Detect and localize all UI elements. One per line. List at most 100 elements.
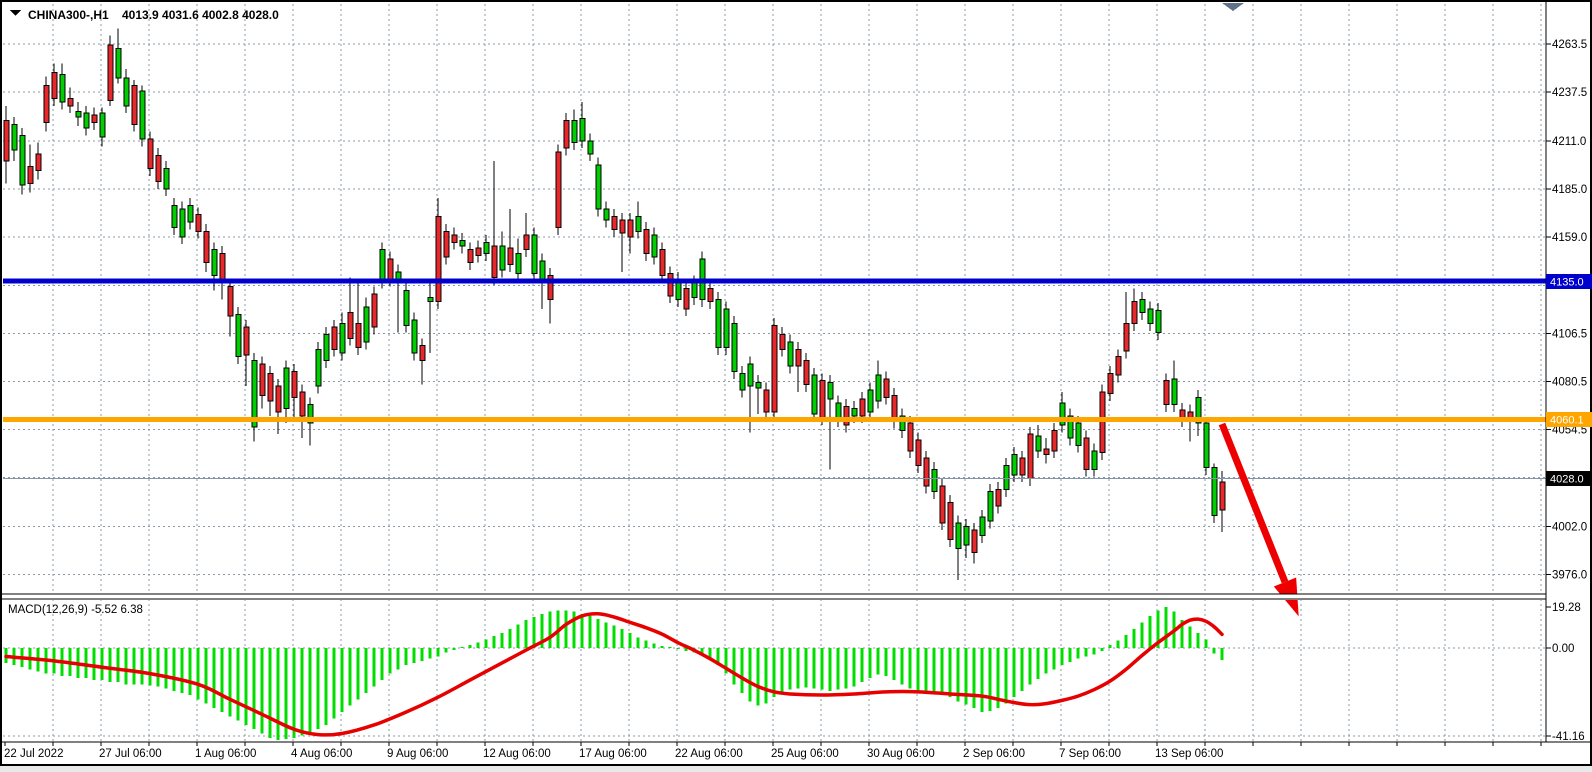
time-axis-label: 12 Aug 06:00 bbox=[483, 748, 551, 760]
ohlc-readout: 4013.9 4031.6 4002.8 4028.0 bbox=[122, 8, 279, 22]
macd-histogram-bar bbox=[133, 648, 136, 684]
macd-histogram-bar bbox=[413, 648, 416, 663]
macd-histogram-bar bbox=[941, 648, 944, 694]
macd-label: MACD(12,26,9) -5.52 6.38 bbox=[8, 604, 143, 616]
bull-candle bbox=[716, 292, 721, 355]
macd-histogram-bar bbox=[469, 645, 472, 648]
macd-histogram-bar bbox=[381, 648, 384, 680]
price-axis-label: 4263.5 bbox=[1552, 39, 1587, 51]
macd-histogram-bar bbox=[1221, 648, 1224, 660]
macd-histogram-bar bbox=[429, 648, 432, 659]
macd-histogram-bar bbox=[1013, 648, 1016, 697]
bull-candle bbox=[140, 86, 145, 147]
macd-histogram-bar bbox=[245, 648, 248, 725]
macd-histogram-bar bbox=[1093, 648, 1096, 654]
macd-histogram-bar bbox=[901, 648, 904, 684]
macd-histogram-bar bbox=[197, 648, 200, 699]
macd-histogram-bar bbox=[837, 648, 840, 690]
macd-histogram-bar bbox=[565, 611, 568, 648]
macd-histogram-bar bbox=[949, 648, 952, 697]
macd-histogram-bar bbox=[917, 648, 920, 692]
time-axis-label: 9 Aug 06:00 bbox=[387, 748, 448, 760]
macd-histogram-bar bbox=[1133, 629, 1136, 648]
time-axis-label: 4 Aug 06:00 bbox=[291, 748, 352, 760]
mt4-chart-window: 4263.54237.54211.04185.04159.04106.54080… bbox=[0, 0, 1592, 772]
macd-histogram-bar bbox=[805, 648, 808, 688]
bull-candle bbox=[724, 301, 729, 355]
macd-histogram-bar bbox=[765, 648, 768, 704]
macd-histogram-bar bbox=[101, 648, 104, 680]
macd-histogram-bar bbox=[797, 648, 800, 689]
macd-histogram-bar bbox=[501, 633, 504, 648]
macd-histogram-bar bbox=[493, 636, 496, 648]
macd-histogram-bar bbox=[125, 648, 128, 684]
macd-histogram-bar bbox=[437, 648, 440, 657]
price-axis-label: 4002.0 bbox=[1552, 521, 1587, 533]
macd-histogram-bar bbox=[733, 648, 736, 684]
macd-histogram-bar bbox=[181, 648, 184, 693]
bear-candle bbox=[556, 145, 561, 235]
macd-histogram-bar bbox=[621, 629, 624, 648]
current-price-tag-label: 4028.0 bbox=[1550, 474, 1584, 486]
macd-histogram-bar bbox=[1085, 648, 1088, 657]
macd-histogram-bar bbox=[389, 648, 392, 674]
macd-histogram-bar bbox=[1005, 648, 1008, 704]
bull-candle bbox=[236, 307, 241, 364]
macd-histogram-bar bbox=[405, 648, 408, 665]
macd-histogram-bar bbox=[261, 648, 264, 734]
macd-histogram-bar bbox=[893, 648, 896, 680]
macd-histogram-bar bbox=[277, 648, 280, 740]
macd-histogram-bar bbox=[789, 648, 792, 690]
macd-histogram-bar bbox=[357, 648, 360, 699]
macd-histogram-bar bbox=[365, 648, 368, 693]
macd-histogram-bar bbox=[149, 648, 152, 685]
macd-histogram-bar bbox=[1029, 648, 1032, 684]
macd-histogram-bar bbox=[1109, 645, 1112, 648]
macd-histogram-bar bbox=[1197, 633, 1200, 648]
bear-candle bbox=[940, 478, 945, 530]
macd-histogram-bar bbox=[909, 648, 912, 689]
macd-histogram-bar bbox=[853, 648, 856, 686]
symbol-timeframe-label: CHINA300-,H1 bbox=[28, 8, 109, 22]
macd-histogram-bar bbox=[885, 648, 888, 676]
macd-histogram-bar bbox=[445, 648, 448, 652]
macd-histogram-bar bbox=[549, 612, 552, 648]
macd-histogram-bar bbox=[869, 648, 872, 678]
macd-histogram-bar bbox=[301, 648, 304, 736]
macd-histogram-bar bbox=[189, 648, 192, 695]
price-axis-label: 4185.0 bbox=[1552, 184, 1587, 196]
macd-histogram-bar bbox=[461, 647, 464, 648]
macd-histogram-bar bbox=[861, 648, 864, 682]
bear-candle bbox=[772, 318, 777, 419]
macd-histogram-bar bbox=[1205, 639, 1208, 648]
macd-histogram-bar bbox=[925, 648, 928, 693]
macd-histogram-bar bbox=[877, 648, 880, 675]
macd-histogram-bar bbox=[677, 648, 680, 649]
macd-histogram-bar bbox=[1077, 648, 1080, 659]
macd-histogram-bar bbox=[517, 624, 520, 648]
macd-histogram-bar bbox=[597, 619, 600, 648]
price-axis-label: 4080.5 bbox=[1552, 377, 1587, 389]
macd-histogram-bar bbox=[237, 648, 240, 721]
main-chart-pane[interactable] bbox=[3, 4, 1546, 616]
macd-histogram-bar bbox=[1125, 635, 1128, 648]
time-axis-label: 30 Aug 06:00 bbox=[867, 748, 935, 760]
macd-histogram-bar bbox=[981, 648, 984, 712]
bear-candle bbox=[108, 36, 113, 106]
macd-histogram-bar bbox=[333, 648, 336, 719]
time-axis-label: 13 Sep 06:00 bbox=[1155, 748, 1223, 760]
macd-histogram-bar bbox=[1149, 616, 1152, 648]
resistance-price-tag-label: 4135.0 bbox=[1550, 277, 1584, 289]
time-axis-label: 22 Aug 06:00 bbox=[675, 748, 743, 760]
macd-histogram-bar bbox=[1189, 627, 1192, 648]
macd-histogram-bar bbox=[293, 648, 296, 738]
macd-histogram-bar bbox=[1165, 607, 1168, 648]
price-chart-area[interactable] bbox=[3, 4, 1546, 593]
bull-candle bbox=[404, 283, 409, 333]
macd-histogram-bar bbox=[533, 617, 536, 648]
macd-histogram-bar bbox=[637, 637, 640, 648]
macd-histogram-bar bbox=[1037, 648, 1040, 679]
bull-candle bbox=[20, 128, 25, 194]
macd-pane[interactable] bbox=[3, 601, 1546, 741]
macd-histogram-bar bbox=[525, 620, 528, 648]
